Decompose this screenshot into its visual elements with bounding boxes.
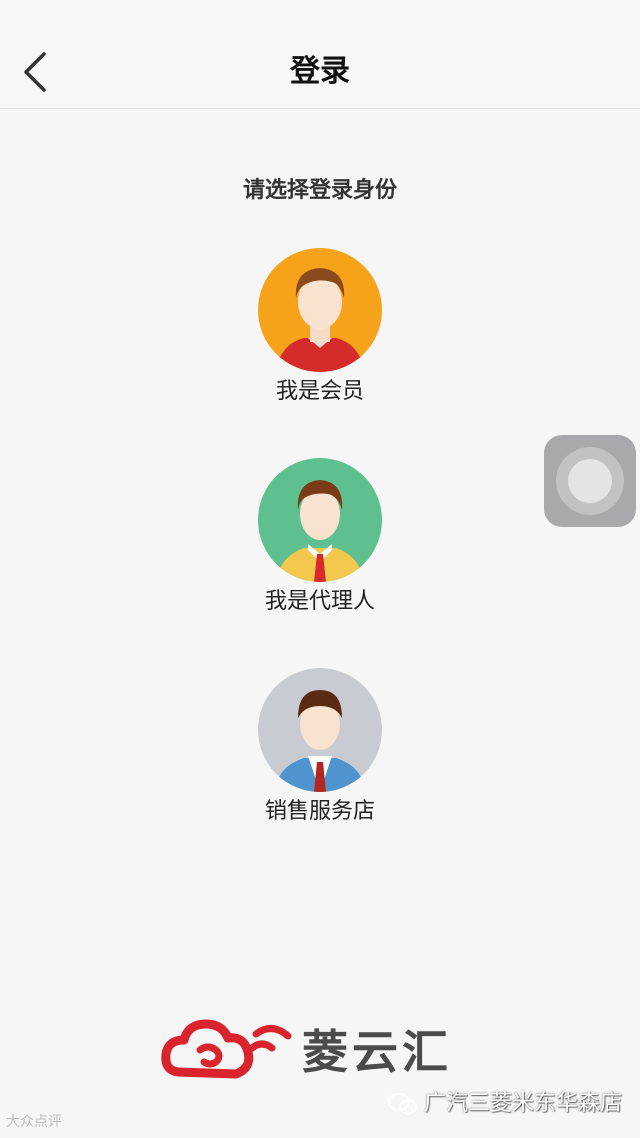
role-label-member: 我是会员 (275, 379, 364, 404)
member-avatar-icon (258, 248, 382, 372)
navigation-bar: 登录 (0, 0, 640, 109)
identity-prompt: 请选择登录身份 (242, 178, 397, 203)
dealer-avatar-icon (258, 668, 382, 792)
agent-avatar-icon (258, 458, 382, 582)
wechat-icon (387, 1093, 417, 1115)
agent-avatar (258, 458, 382, 582)
role-option-dealer[interactable]: 销售服务店 (220, 668, 420, 848)
role-label-agent: 我是代理人 (264, 589, 375, 614)
dealer-avatar (258, 668, 382, 792)
role-option-member[interactable]: 我是会员 (220, 248, 420, 428)
assistive-touch-button[interactable] (544, 435, 636, 527)
cloud-signal-logo (160, 1010, 300, 1094)
role-label-dealer: 销售服务店 (264, 799, 375, 824)
watermark-left: 大众点评 (6, 1114, 62, 1130)
role-option-agent[interactable]: 我是代理人 (220, 458, 420, 638)
brand-name: 菱云汇 (302, 1025, 452, 1079)
watermark-right: 广汽三菱米东华森店 (387, 1088, 622, 1120)
watermark-right-text: 广汽三菱米东华森店 (423, 1091, 622, 1116)
member-avatar (258, 248, 382, 372)
assistive-touch-core (568, 459, 612, 503)
page-title: 登录 (290, 54, 350, 89)
